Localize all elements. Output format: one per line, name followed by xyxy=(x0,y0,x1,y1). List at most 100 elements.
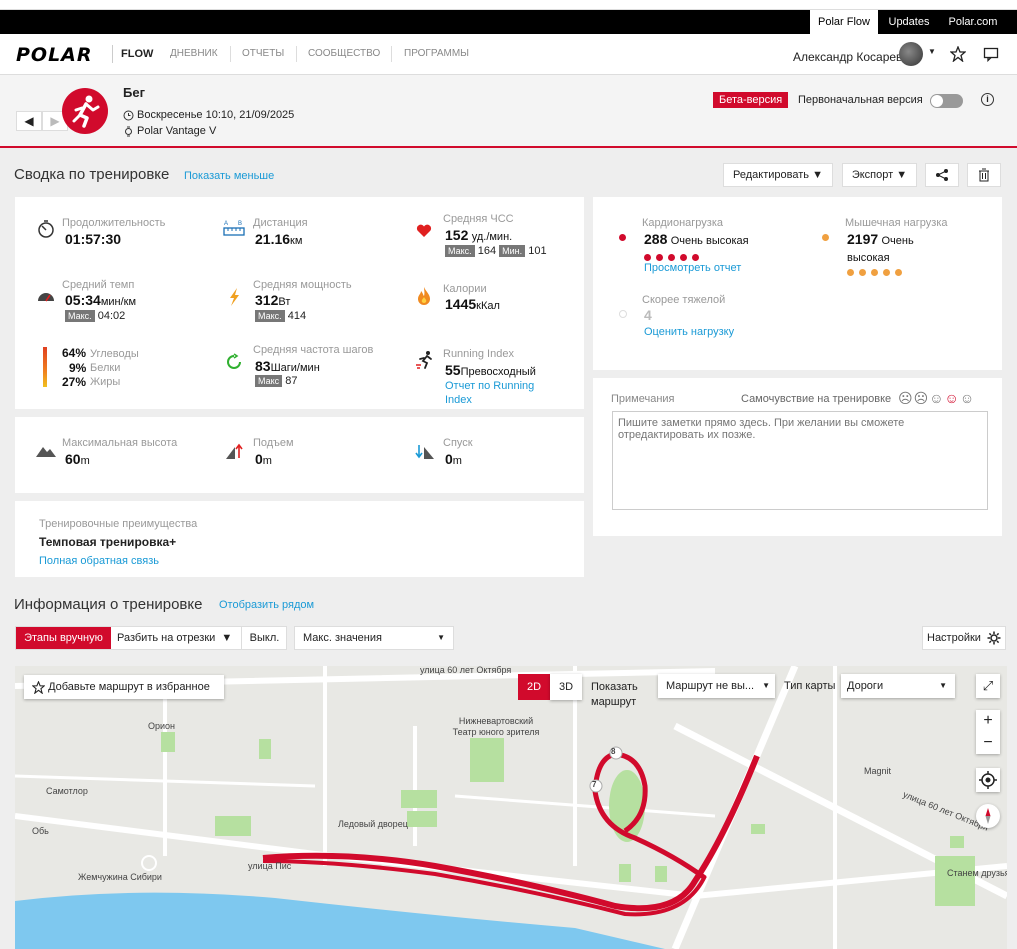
hr-max-value: 164 xyxy=(477,245,497,257)
muscle-value: 2197 xyxy=(847,231,879,247)
neutral-face-icon[interactable]: ☺ xyxy=(929,390,944,406)
hr-value-group: 152 уд./мин. xyxy=(445,227,512,243)
export-button[interactable]: Экспорт ▼ xyxy=(842,163,917,187)
max-values-select[interactable]: Макс. значения ▼ xyxy=(294,626,454,650)
svg-text:A: A xyxy=(224,221,228,227)
zoom-in-icon[interactable]: + xyxy=(976,710,1000,732)
zoom-out-icon[interactable]: − xyxy=(976,732,1000,754)
share-button[interactable] xyxy=(925,163,959,187)
view-report-link[interactable]: Просмотреть отчет xyxy=(644,262,741,274)
cadence-label: Средняя частота шагов xyxy=(253,344,374,356)
prev-session-button[interactable]: ◀ xyxy=(16,111,42,131)
muscle-level-dot xyxy=(895,269,902,276)
device-name: Polar Vantage V xyxy=(137,125,217,137)
sad-face-icon[interactable]: ☹ xyxy=(914,390,930,406)
ascent-value-group: 0m xyxy=(255,451,272,467)
cadence-icon xyxy=(227,353,241,369)
cardio-level-dot xyxy=(656,254,663,261)
nav-reports[interactable]: ОТЧЕТЫ xyxy=(242,48,284,59)
flame-icon xyxy=(418,287,430,305)
distance-label: Дистанция xyxy=(253,217,308,229)
trash-icon xyxy=(979,168,989,182)
user-name[interactable]: Александр Косарев xyxy=(793,50,902,64)
benefit-label: Тренировочные преимущества xyxy=(39,518,198,530)
pace-unit: мин/км xyxy=(100,296,137,308)
fuel-bar xyxy=(43,347,47,387)
original-version-toggle[interactable] xyxy=(930,94,963,108)
pace-label: Средний темп xyxy=(62,279,135,291)
marker-7[interactable]: 7 xyxy=(592,780,596,789)
session-header: ◀ ▶ Бег Воскресенье 10:10, 21/09/2025 Po… xyxy=(0,75,1017,148)
side-by-side-link[interactable]: Отобразить рядом xyxy=(219,599,314,611)
chevron-down-icon[interactable]: ▼ xyxy=(928,47,936,56)
delete-button[interactable] xyxy=(967,163,1001,187)
tab-updates[interactable]: Updates xyxy=(878,10,940,34)
very-sad-face-icon[interactable]: ☹ xyxy=(898,390,914,406)
power-max-value: 414 xyxy=(287,310,307,322)
power-max-badge: Макс. xyxy=(255,310,285,322)
show-less-link[interactable]: Показать меньше xyxy=(184,170,274,182)
locate-icon[interactable] xyxy=(976,768,1000,792)
duration-label: Продолжительность xyxy=(62,217,166,229)
perceived-label: Скорее тяжелой xyxy=(642,294,726,306)
zoom-control: + − xyxy=(976,710,1000,754)
nav-programs[interactable]: ПРОГРАММЫ xyxy=(404,48,469,59)
muscle-level-dot xyxy=(847,269,854,276)
muscle-dots xyxy=(847,265,907,279)
fuel-fat-label: Жиры xyxy=(90,376,121,388)
tab-polar-com[interactable]: Polar.com xyxy=(940,10,1006,34)
nav-diary[interactable]: ДНЕВНИК xyxy=(170,48,218,59)
pace-max-value: 04:02 xyxy=(97,310,126,322)
hr-max-badge: Макс. xyxy=(445,245,475,257)
flow-label[interactable]: FLOW xyxy=(112,45,153,63)
settings-button[interactable]: Настройки xyxy=(922,626,1006,650)
very-happy-face-icon[interactable]: ☺ xyxy=(960,390,975,406)
stopwatch-icon xyxy=(38,220,54,238)
edit-button[interactable]: Редактировать ▼ xyxy=(723,163,833,187)
polar-logo[interactable]: POLAR xyxy=(16,44,93,66)
metrics-card: Продолжительность 01:57:30 AB Дистанция … xyxy=(15,197,584,409)
marker-8[interactable]: 8 xyxy=(611,747,615,756)
descent-value: 0 xyxy=(445,451,453,467)
map-type-select[interactable]: Дороги ▼ xyxy=(841,674,955,698)
info-icon[interactable]: i xyxy=(981,93,994,106)
happy-face-icon[interactable]: ☺ xyxy=(945,390,960,406)
manual-laps-button[interactable]: Этапы вручную xyxy=(16,627,111,649)
feeling-icons: ☹☹☺☺☺ xyxy=(898,390,975,407)
watch-icon xyxy=(125,126,132,137)
nav-community[interactable]: СООБЩЕСТВО xyxy=(308,48,380,59)
message-icon[interactable] xyxy=(983,46,999,62)
pace-value-group: 05:34мин/км xyxy=(65,292,136,308)
beta-badge: Бета-версия xyxy=(713,92,789,108)
distance-value: 21.16 xyxy=(255,231,291,247)
rate-load-link[interactable]: Оценить нагрузку xyxy=(644,326,734,338)
map-2d-button[interactable]: 2D xyxy=(518,674,550,700)
notes-textarea[interactable] xyxy=(612,411,988,510)
split-select[interactable]: Разбить на отрезки ▼ xyxy=(117,627,232,649)
fullscreen-icon[interactable]: ⤢ xyxy=(976,674,1000,698)
map-3d-button[interactable]: 3D xyxy=(550,674,582,700)
cardio-desc: Очень высокая xyxy=(670,235,749,247)
poi-ob: Обь xyxy=(32,826,49,836)
power-unit: Вт xyxy=(278,296,291,308)
hr-minmax: Макс. 164 Мин. 101 xyxy=(445,245,547,257)
cadence-max: Макс 87 xyxy=(255,375,297,387)
distance-unit: км xyxy=(290,235,303,247)
full-feedback-link[interactable]: Полная обратная связь xyxy=(39,555,159,567)
add-favorite-route-button[interactable]: Добавьте маршрут в избранное xyxy=(24,675,224,699)
avatar[interactable] xyxy=(899,42,923,66)
sport-name: Бег xyxy=(123,85,145,100)
route-select[interactable]: Маршрут не вы... ▼ xyxy=(658,674,775,698)
tab-polar-flow[interactable]: Polar Flow xyxy=(810,10,878,34)
hr-value: 152 xyxy=(445,227,469,243)
compass-icon[interactable] xyxy=(976,804,1000,828)
poi-stanem: Станем друзья xyxy=(947,868,1007,878)
ascent-unit: m xyxy=(262,455,272,467)
cardio-level-dot xyxy=(668,254,675,261)
split-off-button[interactable]: Выкл. xyxy=(241,627,287,649)
running-index-report-link[interactable]: Отчет по Running Index xyxy=(445,379,555,407)
nav-divider xyxy=(230,46,231,62)
gear-icon xyxy=(987,631,1001,645)
route-map[interactable]: 8 7 улица 60 лет Октября Орион Нижневарт… xyxy=(15,666,1007,949)
star-icon[interactable] xyxy=(950,46,966,62)
